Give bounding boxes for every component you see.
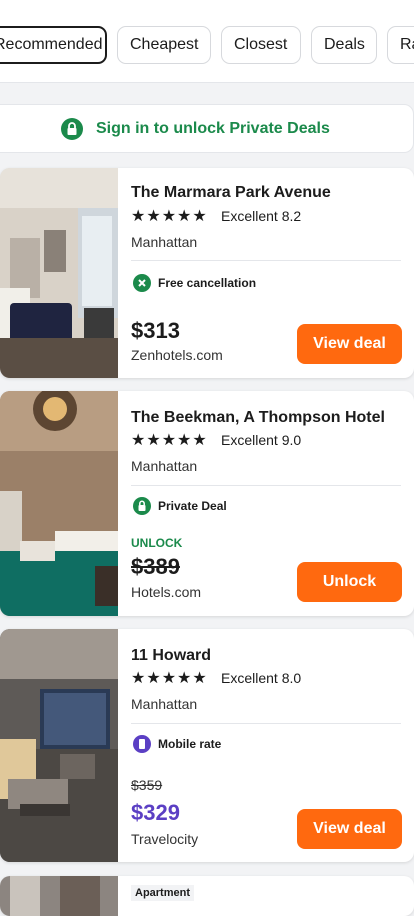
divider: [131, 723, 401, 724]
provider-name: Hotels.com: [131, 584, 202, 600]
filter-recommended[interactable]: Recommended: [0, 26, 107, 64]
filter-closest[interactable]: Closest: [221, 26, 301, 64]
filter-label: Rating: [400, 36, 414, 53]
review-score: Excellent 9.0: [221, 432, 302, 448]
hotel-photo: [0, 168, 118, 378]
review-score: Excellent 8.2: [221, 208, 302, 224]
hotel-name[interactable]: The Beekman, A Thompson Hotel: [131, 409, 385, 427]
hotel-card[interactable]: 11 Howard ★★★★★ Excellent 8.0 Manhattan …: [0, 629, 414, 862]
filter-deals[interactable]: Deals: [311, 26, 377, 64]
filter-label: Closest: [234, 36, 288, 53]
divider: [131, 485, 401, 486]
hotel-card[interactable]: The Beekman, A Thompson Hotel ★★★★★ Exce…: [0, 391, 414, 616]
hotel-price: $313: [131, 318, 180, 343]
unlock-label: UNLOCK: [131, 536, 183, 550]
hotel-card-partial[interactable]: Apartment: [0, 876, 414, 916]
mobile-icon: [133, 735, 151, 753]
signin-banner[interactable]: Sign in to unlock Private Deals: [0, 104, 414, 153]
hotel-location: Manhattan: [131, 458, 198, 474]
view-deal-button[interactable]: View deal: [297, 324, 402, 364]
divider: [131, 260, 401, 261]
hotel-price: $389: [131, 554, 180, 579]
hotel-location: Manhattan: [131, 696, 198, 712]
hotel-price: $329: [131, 800, 180, 825]
hotel-location: Manhattan: [131, 234, 198, 250]
filter-label: Deals: [324, 36, 365, 53]
lock-icon: [61, 118, 83, 140]
feature-label: Mobile rate: [158, 737, 222, 751]
provider-name: Zenhotels.com: [131, 347, 223, 363]
property-type-badge: Apartment: [131, 885, 195, 901]
filter-label: Cheapest: [130, 36, 199, 53]
old-price: $359: [131, 777, 163, 793]
unlock-button[interactable]: Unlock: [297, 562, 402, 602]
feature-label: Free cancellation: [158, 276, 257, 290]
lock-icon: [133, 497, 151, 515]
view-deal-button[interactable]: View deal: [297, 809, 402, 849]
signin-banner-text: Sign in to unlock Private Deals: [96, 120, 330, 137]
provider-name: Travelocity: [131, 831, 199, 847]
star-rating: ★★★★★: [131, 670, 208, 687]
filter-rating[interactable]: Rating: [387, 26, 414, 64]
star-rating: ★★★★★: [131, 208, 208, 225]
cancel-icon: [133, 274, 151, 292]
filter-cheapest[interactable]: Cheapest: [117, 26, 211, 64]
hotel-photo: [0, 876, 118, 916]
filter-bar: Recommended Cheapest Closest Deals Ratin…: [0, 0, 414, 83]
feature-label: Private Deal: [158, 499, 227, 513]
hotel-name[interactable]: 11 Howard: [131, 647, 211, 665]
review-score: Excellent 8.0: [221, 670, 302, 686]
hotel-card[interactable]: The Marmara Park Avenue ★★★★★ Excellent …: [0, 168, 414, 378]
hotel-photo: [0, 629, 118, 862]
hotel-photo: [0, 391, 118, 616]
hotel-name[interactable]: The Marmara Park Avenue: [131, 184, 331, 202]
star-rating: ★★★★★: [131, 432, 208, 449]
filter-label: Recommended: [0, 36, 103, 53]
